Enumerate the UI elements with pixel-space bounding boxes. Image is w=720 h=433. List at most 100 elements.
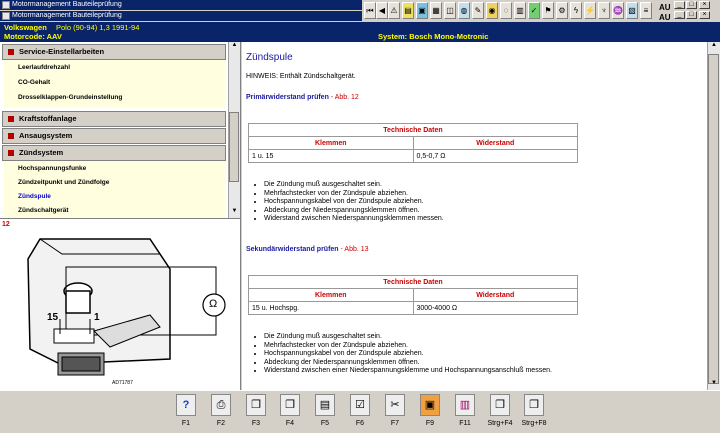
table-cell-klemmen: 15 u. Hochspg. — [248, 301, 414, 315]
first-page-icon[interactable]: ⏮ — [364, 2, 376, 19]
system-label: System: Bosch Mono-Motronic — [378, 32, 489, 41]
close-icon[interactable]: × — [699, 1, 710, 9]
scroll-up-icon[interactable]: ▲ — [709, 42, 719, 51]
f4-button[interactable]: ❐ F4 — [274, 393, 306, 429]
print-icon: ⎙ — [211, 394, 231, 416]
list-item: Hochspannungskabel von der Zündspule abz… — [264, 350, 552, 359]
ohm-symbol: Ω — [209, 298, 218, 310]
oil-icon[interactable]: ◉ — [486, 2, 498, 19]
chart-icon[interactable]: ⚙ — [556, 2, 568, 19]
list-item: Mehrfachstecker von der Zündspule abzieh… — [264, 190, 444, 199]
f7-button[interactable]: ✂ F7 — [379, 393, 411, 429]
list-item: Hochspannungskabel von der Zündspule abz… — [264, 198, 444, 207]
section-service[interactable]: Service-Einstellarbeiten — [2, 44, 226, 60]
f1-button[interactable]: ? F1 — [170, 393, 202, 429]
terminal-15-label: 15 — [47, 312, 59, 323]
vehicle-make: Volkswagen — [4, 23, 47, 32]
section-service-items: Leerlaufdrehzahl CO-Gehalt Drosselklappe… — [4, 60, 226, 108]
wrench-icon[interactable]: ✎ — [472, 2, 484, 19]
motor-code: Motorcode: AAV — [4, 32, 62, 41]
component-icon[interactable]: ▣ — [416, 2, 428, 19]
secondary-fig-link[interactable]: - Abb. 13 — [339, 246, 369, 253]
sensor-icon[interactable]: ♒ — [612, 2, 624, 19]
figure-code: AD71787 — [112, 380, 133, 386]
doc-maximize-icon[interactable]: □ — [686, 11, 697, 19]
section-kraftstoff[interactable]: Kraftstoffanlage — [2, 111, 226, 127]
list-item: Die Zündung muß ausgeschaltet sein. — [264, 181, 444, 190]
au-label-top[interactable]: AU — [659, 3, 671, 12]
check-icon[interactable]: ✓ — [528, 2, 540, 19]
expand-icon — [8, 133, 14, 139]
f2-label: F2 — [216, 420, 226, 427]
doc-check-icon: ☑ — [350, 394, 370, 416]
f5-button[interactable]: ▤ F5 — [309, 393, 341, 429]
au-label-bottom[interactable]: AU — [659, 13, 671, 22]
section-ansaug[interactable]: Ansaugsystem — [2, 128, 226, 144]
sidebar-item-leerlauf[interactable]: Leerlaufdrehzahl — [18, 64, 70, 71]
warning-icon[interactable]: ⚠ — [388, 2, 400, 19]
section-title: Ansaugsystem — [19, 131, 73, 140]
strg-f8-button[interactable]: ❐ Strg+F8 — [518, 393, 550, 429]
scroll-thumb[interactable] — [708, 54, 719, 384]
belt-icon[interactable]: ◌ — [500, 2, 512, 19]
table-cell-klemmen: 1 u. 15 — [248, 149, 414, 163]
f3-label: F3 — [251, 420, 261, 427]
document-title: Motormanagement Bauteileprüfung — [12, 12, 122, 19]
page-title: Zündspule — [246, 52, 293, 63]
spark-icon[interactable]: ϟ — [570, 2, 582, 19]
sidebar-item-hochspannungsfunke[interactable]: Hochspannungsfunke — [18, 165, 86, 172]
terminal-1-label: 1 — [94, 312, 100, 323]
list-item: Abdeckung der Niederspannungsklemmen öff… — [264, 207, 444, 216]
index-icon[interactable]: ▤ — [402, 2, 414, 19]
filter-icon[interactable]: ▥ — [514, 2, 526, 19]
scroll-thumb[interactable] — [229, 112, 239, 182]
table-cell-widerstand: 0,5-0,7 Ω — [412, 149, 578, 163]
pages-icon: ❐ — [490, 394, 510, 416]
strg-f4-button[interactable]: ❐ Strg+F4 — [484, 393, 516, 429]
prev-page-icon[interactable]: ◀ — [376, 2, 388, 19]
f3-button[interactable]: ❐ F3 — [240, 393, 272, 429]
primary-fig-link[interactable]: - Abb. 12 — [329, 94, 359, 101]
f6-button[interactable]: ☑ F6 — [344, 393, 376, 429]
strg-f4-label: Strg+F4 — [487, 420, 513, 427]
f2-button[interactable]: ⎙ F2 — [205, 393, 237, 429]
flag-icon[interactable]: ⚑ — [542, 2, 554, 19]
section-zuendsystem[interactable]: Zündsystem — [2, 145, 226, 161]
doc-close-icon[interactable]: × — [699, 11, 710, 19]
sidebar-item-zuendzeitpunkt[interactable]: Zündzeitpunkt und Zündfolge — [18, 179, 109, 186]
content-scrollbar[interactable]: ▲ ▼ — [707, 42, 720, 390]
primary-steps: Die Zündung muß ausgeschaltet sein. Mehr… — [248, 181, 444, 224]
figure-panel: 12 Ω 15 1 AD71787 — [0, 218, 241, 391]
collapse-icon — [8, 150, 14, 156]
vehicle-header: Volkswagen Polo (90-94) 1,3 1991-94 Moto… — [0, 22, 720, 42]
scroll-down-icon[interactable]: ▼ — [230, 208, 239, 217]
settings-icon[interactable]: ◫ — [444, 2, 456, 19]
document-icon — [2, 12, 10, 20]
scroll-down-icon[interactable]: ▼ — [709, 380, 719, 389]
gas-icon[interactable]: ▧ — [626, 2, 638, 19]
minimize-icon[interactable]: _ — [674, 1, 685, 9]
diagram-icon[interactable]: ▦ — [430, 2, 442, 19]
scroll-up-icon[interactable]: ▲ — [230, 42, 239, 51]
app-icon — [2, 1, 10, 9]
sidebar-item-drosselklappe[interactable]: Drosselklappen-Grundeinstellung — [18, 94, 122, 101]
f11-label: F11 — [459, 420, 471, 427]
list-item: Widerstand zwischen Niederspannungsklemm… — [264, 215, 444, 224]
f11-button[interactable]: ▥ F11 — [449, 393, 481, 429]
f9-button[interactable]: ▣ F9 — [414, 393, 446, 429]
collapse-icon — [8, 49, 14, 55]
sidebar-item-zuendspule[interactable]: Zündspule — [18, 193, 51, 200]
sidebar-item-co[interactable]: CO-Gehalt — [18, 79, 50, 86]
nozzle-icon[interactable]: ⚡ — [584, 2, 596, 19]
maximize-icon[interactable]: □ — [686, 1, 697, 9]
exhaust-icon[interactable]: ≡ — [640, 2, 652, 19]
cable-icon[interactable]: ♆ — [598, 2, 610, 19]
secondary-heading-text: Sekundärwiderstand prüfen — [246, 246, 339, 253]
sidebar-item-zuendschaltgeraet[interactable]: Zündschaltgerät — [18, 207, 69, 214]
list-item: Abdeckung der Niederspannungsklemmen öff… — [264, 359, 552, 368]
sidebar-scrollbar[interactable]: ▲ ▼ — [228, 42, 240, 218]
gauge-icon[interactable]: ◍ — [458, 2, 470, 19]
window-title-bar: Motormanagement Bauteileprüfung — [0, 0, 362, 10]
doc-minimize-icon[interactable]: _ — [674, 11, 685, 19]
document-title-bar: Motormanagement Bauteileprüfung — [0, 11, 362, 21]
